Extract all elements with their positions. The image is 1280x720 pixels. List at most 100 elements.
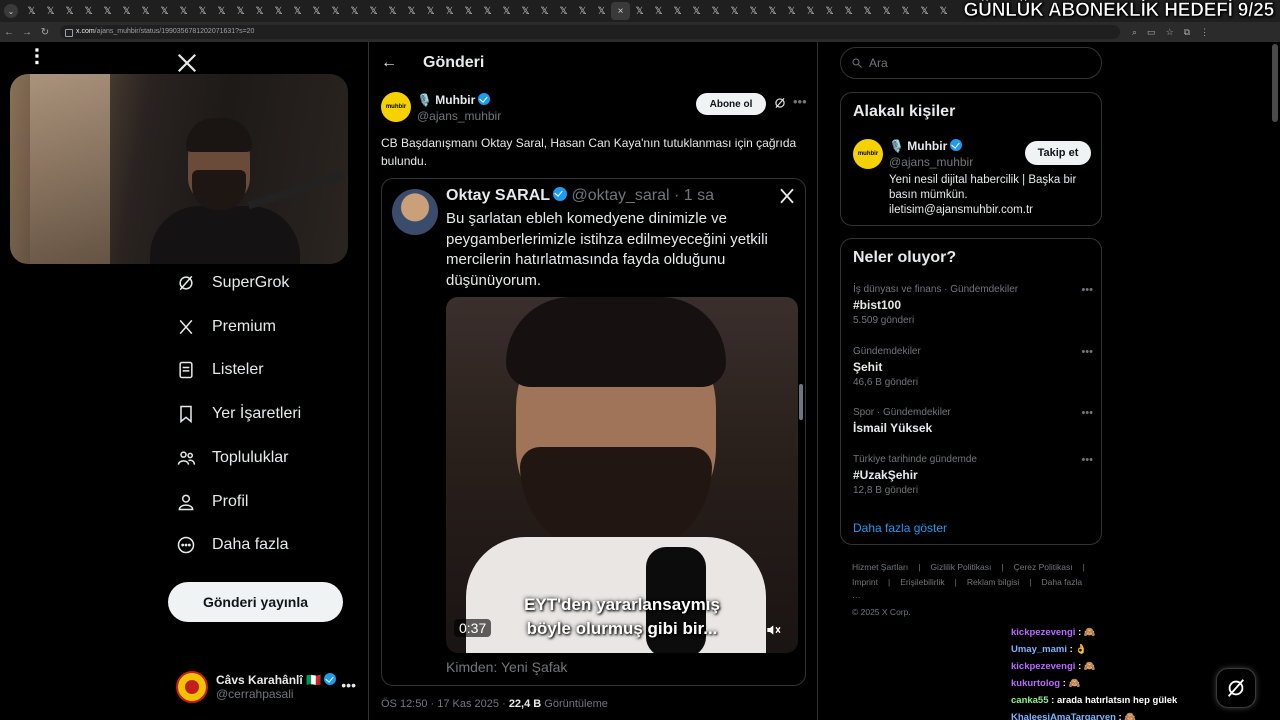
browser-tab[interactable]: 𝕏 (782, 2, 801, 20)
avatar[interactable]: muhbir (381, 92, 411, 122)
avatar[interactable]: muhbir (853, 139, 883, 169)
chat-username[interactable]: Umay_mami (1011, 644, 1070, 655)
browser-tab[interactable]: 𝕏 (402, 2, 421, 20)
account-switcher[interactable]: Câvs Karahânlî 🇮🇹 @cerrahpasali ••• (176, 667, 356, 707)
sidebar-item-communities[interactable]: Topluluklar (176, 443, 288, 473)
footer-link[interactable]: Imprint (852, 577, 878, 587)
browser-tab[interactable]: 𝕏 (364, 2, 383, 20)
browser-tab[interactable]: 𝕏 (573, 2, 592, 20)
sidebar-item-premium[interactable]: Premium (176, 312, 276, 342)
page-scrollbar[interactable] (1272, 44, 1278, 122)
more-dots-icon[interactable]: ••• (341, 677, 356, 693)
chat-username[interactable]: canka55 (1011, 695, 1051, 706)
star-icon[interactable]: ☆ (1166, 27, 1174, 38)
browser-tab[interactable]: 𝕏 (212, 2, 231, 20)
more-dots-icon[interactable]: ••• (1081, 407, 1093, 419)
browser-tab[interactable]: 𝕏 (250, 2, 269, 20)
search-input[interactable]: Ara (840, 47, 1102, 79)
browser-tab[interactable]: 𝕏 (60, 2, 79, 20)
subscribe-button[interactable]: Abone ol (696, 93, 766, 115)
browser-tab[interactable]: 𝕏 (516, 2, 535, 20)
post-button[interactable]: Gönderi yayınla (168, 582, 343, 622)
browser-tab[interactable]: 𝕏 (41, 2, 60, 20)
browser-tab[interactable]: × (611, 2, 630, 20)
browser-tab[interactable]: 𝕏 (421, 2, 440, 20)
more-dots-icon[interactable]: ••• (1081, 284, 1093, 296)
browser-tab[interactable]: 𝕏 (858, 2, 877, 20)
more-dots-icon[interactable]: ••• (793, 94, 807, 109)
footer-link[interactable]: Reklam bilgisi (967, 577, 1019, 587)
browser-tab[interactable]: 𝕏 (155, 2, 174, 20)
mute-icon[interactable] (766, 623, 782, 637)
browser-tab[interactable]: 𝕏 (231, 2, 250, 20)
browser-tab[interactable]: 𝕏 (288, 2, 307, 20)
grok-floating-button[interactable] (1216, 668, 1256, 708)
related-name[interactable]: 🎙️ Muhbir (889, 139, 963, 153)
browser-tab[interactable]: 𝕏 (630, 2, 649, 20)
browser-tab[interactable]: 𝕏 (478, 2, 497, 20)
sidebar-item-bookmarks[interactable]: Yer İşaretleri (176, 399, 301, 429)
scrollbar[interactable] (799, 384, 803, 420)
lens-icon[interactable]: ⌕ (1132, 27, 1137, 38)
chat-username[interactable]: kukurtolog (1011, 678, 1063, 689)
trend-item[interactable]: İş dünyası ve finans · Gündemdekiler #bi… (853, 284, 1093, 326)
tweet-timestamp[interactable]: ÖS 12:50 · 17 Kas 2025 · (381, 698, 509, 710)
sidebar-item-more[interactable]: Daha fazla (176, 530, 289, 560)
browser-tab[interactable]: 𝕏 (915, 2, 934, 20)
forward-nav-icon[interactable]: → (18, 27, 36, 38)
grok-icon[interactable] (773, 96, 787, 110)
browser-tab[interactable]: 𝕏 (801, 2, 820, 20)
browser-tab[interactable]: 𝕏 (763, 2, 782, 20)
browser-tab[interactable]: 𝕏 (269, 2, 288, 20)
more-dots-icon[interactable]: ••• (1081, 346, 1093, 358)
related-handle[interactable]: @ajans_muhbir (889, 155, 973, 169)
browser-tab[interactable]: 𝕏 (459, 2, 478, 20)
url-field[interactable]: x.com/ajans_muhbir/status/19903567812020… (60, 25, 1120, 39)
browser-tab[interactable]: 𝕏 (535, 2, 554, 20)
footer-link[interactable]: Hizmet Şartları (852, 562, 908, 572)
browser-tab[interactable]: 𝕏 (497, 2, 516, 20)
browser-tab[interactable]: 𝕏 (687, 2, 706, 20)
browser-tab[interactable]: 𝕏 (725, 2, 744, 20)
x-logo-icon[interactable] (176, 52, 198, 74)
browser-tab[interactable]: 𝕏 (193, 2, 212, 20)
trend-item[interactable]: Türkiye tarihinde gündemde #UzakŞehir 12… (853, 454, 1093, 496)
browser-tab[interactable]: 𝕏 (22, 2, 41, 20)
follow-button[interactable]: Takip et (1025, 141, 1091, 165)
author-handle[interactable]: @ajans_muhbir (417, 109, 501, 123)
avatar[interactable] (392, 189, 438, 235)
browser-tab[interactable]: 𝕏 (326, 2, 345, 20)
browser-tab[interactable]: 𝕏 (307, 2, 326, 20)
sidebar-item-profile[interactable]: Profil (176, 487, 248, 517)
quoted-tweet[interactable]: Oktay SARAL @oktay_saral · 1 sa Bu şarla… (381, 178, 806, 686)
footer-link[interactable]: Erişilebilirlik (900, 577, 944, 587)
more-dots-icon[interactable]: ••• (1081, 454, 1093, 466)
browser-tab[interactable]: 𝕏 (345, 2, 364, 20)
browser-tab[interactable]: 𝕏 (877, 2, 896, 20)
back-arrow-icon[interactable]: ← (381, 54, 401, 72)
browser-tab[interactable]: 𝕏 (820, 2, 839, 20)
chat-username[interactable]: KhaleesiAmaTargaryen (1011, 712, 1119, 720)
browser-tab[interactable]: 𝕏 (668, 2, 687, 20)
back-nav-icon[interactable]: ← (0, 27, 18, 38)
browser-tab[interactable]: 𝕏 (554, 2, 573, 20)
footer-link[interactable]: Gizlilik Politikası (930, 562, 991, 572)
browser-tab[interactable]: 𝕏 (706, 2, 725, 20)
extensions-icon[interactable]: ⧉ (1184, 27, 1190, 38)
browser-tab[interactable]: 𝕏 (934, 2, 953, 20)
browser-tab[interactable]: 𝕏 (79, 2, 98, 20)
trend-item[interactable]: Gündemdekiler Şehit 46,6 B gönderi ••• (853, 346, 1093, 388)
menu-icon[interactable]: ⋮ (1200, 27, 1209, 38)
chat-username[interactable]: kickpezevengi (1011, 661, 1078, 672)
cast-icon[interactable]: ▭ (1147, 27, 1156, 38)
browser-tab[interactable]: 𝕏 (839, 2, 858, 20)
browser-tab[interactable]: 𝕏 (98, 2, 117, 20)
show-more-link[interactable]: Daha fazla göster (853, 521, 947, 535)
browser-tab[interactable]: 𝕏 (744, 2, 763, 20)
browser-tab[interactable]: 𝕏 (592, 2, 611, 20)
browser-tab[interactable]: 𝕏 (440, 2, 459, 20)
trend-item[interactable]: Spor · Gündemdekiler İsmail Yüksek ••• (853, 407, 1093, 435)
author-name[interactable]: 🎙️ Muhbir (417, 93, 491, 107)
footer-link[interactable]: Çerez Politikası (1014, 562, 1073, 572)
chat-username[interactable]: kickpezevengi (1011, 627, 1078, 638)
